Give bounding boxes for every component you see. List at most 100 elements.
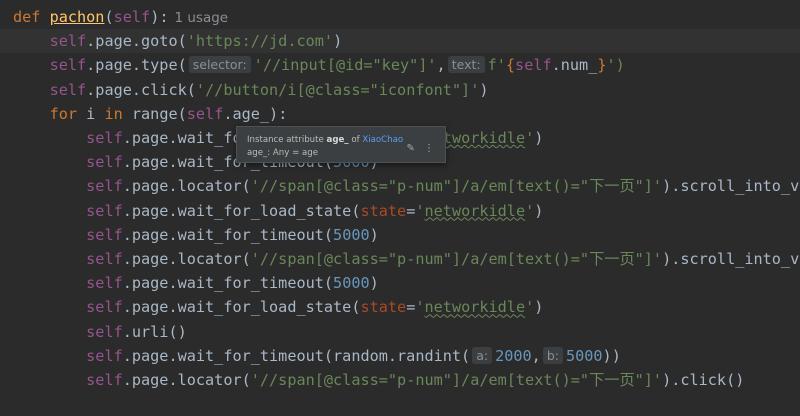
code-token: state (360, 298, 407, 317)
code-token: 2000 (495, 346, 532, 365)
code-line[interactable]: self.page.locator('//span[@class="p-num"… (0, 368, 800, 392)
code-token: ): (150, 8, 169, 26)
code-token: ) (534, 298, 544, 317)
code-line[interactable]: self.page.wait_for_load_state(state='net… (0, 295, 800, 319)
code-line-content: self.page.wait_for_timeout(5000) (13, 223, 379, 247)
code-line-content: self.page.wait_for_load_state(state='net… (13, 295, 543, 319)
parameter-hint: text: (447, 56, 485, 74)
code-token: ') (606, 56, 625, 75)
code-token: '//button/i[@class="iconfont"]' (195, 80, 480, 99)
code-line[interactable]: self.urli() (0, 320, 800, 344)
code-token: self (86, 298, 123, 317)
code-line-content: self.page.locator('//span[@class="p-num"… (13, 174, 800, 198)
code-token: .page.wait_for_timeout(random.randint( (122, 346, 471, 365)
popup-actions[interactable]: ✎ ⋮ (406, 143, 437, 154)
code-line[interactable]: self .page.type(selector: '//input[@id="ke… (0, 53, 800, 77)
code-token: )) (602, 346, 621, 365)
code-token: ).scroll_into_view_if_needed() (662, 250, 800, 268)
code-token: self (86, 201, 123, 220)
code-line-content: self.page.wait_for_timeout(random.randin… (13, 344, 621, 368)
code-token: i (77, 104, 105, 123)
usage-count-link[interactable]: 1 usage (175, 10, 229, 26)
code-token: self (113, 8, 151, 26)
code-line[interactable]: self.page.click('//button/i[@class="icon… (0, 78, 800, 102)
code-token: self (86, 371, 123, 389)
code-token: .page.type( (86, 56, 187, 75)
code-line-content: for i in range(self.age_): (13, 102, 288, 126)
code-token: 5000 (333, 225, 370, 244)
code-token: self (86, 322, 123, 341)
code-token: self (86, 129, 123, 147)
code-line[interactable]: self.page.goto('https://jd.com') (0, 29, 800, 54)
popup-edit-more-icon[interactable]: ✎ ⋮ (406, 143, 437, 154)
code-token: .urli() (122, 322, 187, 341)
code-token: self (49, 80, 87, 99)
code-token: ( (104, 8, 114, 26)
code-token: for (49, 104, 78, 123)
code-line[interactable]: self.page.locator('//span[@class="p-num"… (0, 247, 800, 271)
code-editor[interactable]: def pachon(self): 1 usage self.page.goto(… (0, 0, 800, 416)
code-line[interactable]: self.page.wait_for_load_state(state='net… (0, 199, 800, 223)
code-token: self (515, 56, 552, 75)
code-line[interactable]: self.page.wait_for_timeout(random.randin… (0, 344, 800, 368)
code-line-content: self.page.click('//button/i[@class="icon… (13, 78, 489, 102)
code-token: state (360, 201, 407, 220)
code-token: ) (534, 129, 544, 147)
code-line[interactable]: self.page.locator('//span[@class="p-num"… (0, 174, 800, 198)
code-token: , (531, 346, 541, 365)
code-line-content: self.page.goto('https://jd.com') (13, 29, 343, 53)
code-line[interactable]: self.page.wait_for_timeout(5000) (0, 223, 800, 247)
code-token: ' (525, 201, 535, 220)
code-line[interactable]: self.page.wait_for_timeout(5000) (0, 271, 800, 295)
code-token: 'https://jd.com' (186, 32, 334, 51)
code-token: ' (415, 201, 425, 220)
popup-class-link[interactable]: XiaoChao (362, 135, 403, 145)
code-token: ) (369, 225, 379, 244)
code-line[interactable]: def pachon(self): 1 usage (0, 5, 800, 29)
code-token: networkidle (424, 201, 526, 220)
code-token: pachon (49, 8, 105, 26)
code-token: self (86, 225, 123, 244)
parameter-hint: selector: (188, 56, 251, 74)
code-token: in (104, 104, 123, 123)
code-token: , (436, 56, 446, 75)
popup-prefix: Instance attribute (247, 135, 324, 145)
code-token: f' (487, 56, 506, 75)
code-line[interactable]: for i in range(self.age_): (0, 102, 800, 126)
code-token: ' (525, 129, 535, 147)
code-token: self (186, 104, 224, 123)
code-token: = (406, 298, 416, 317)
code-line-content: self.page.wait_for_load_state(state='net… (13, 199, 543, 223)
quick-doc-popup[interactable]: Instance attribute age_ of XiaoChao age_… (236, 126, 446, 163)
code-token: self (86, 250, 123, 268)
code-token: '//span[@class="p-num"]/a/em[text()="下一页… (250, 371, 663, 389)
code-token: def (13, 8, 41, 26)
code-token: ) (479, 80, 489, 99)
code-token: ) (369, 274, 379, 293)
code-token: self (86, 177, 123, 196)
code-token: .page.wait_for_timeout( (122, 274, 334, 293)
code-token: '//input[@id="key"]' (253, 56, 437, 75)
code-token: { (505, 56, 516, 75)
code-token: ) (333, 32, 343, 51)
code-token: .page.locator( (122, 250, 251, 268)
code-token: .page.wait_for_load_state( (122, 201, 361, 220)
parameter-hint: a: (472, 346, 493, 364)
code-token: .num_ (551, 56, 598, 75)
code-token: ).scroll_into_view_if_needed() (662, 177, 800, 196)
popup-attr: age_ (326, 135, 349, 145)
popup-of: of (351, 135, 360, 145)
